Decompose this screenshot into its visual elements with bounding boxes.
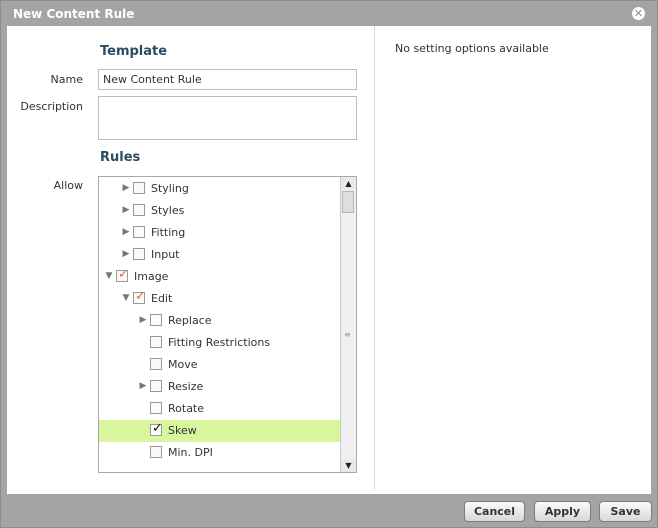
tree-item[interactable]: Move: [99, 354, 342, 376]
collapse-arrow-icon[interactable]: ▼: [121, 293, 131, 303]
expand-arrow-icon[interactable]: ▶: [138, 381, 148, 391]
expand-arrow-icon[interactable]: ▶: [121, 227, 131, 237]
tree-item[interactable]: Fitting Restrictions: [99, 332, 342, 354]
expand-arrow-icon[interactable]: ▶: [121, 249, 131, 259]
close-icon[interactable]: ✕: [632, 7, 645, 20]
save-button[interactable]: Save: [599, 501, 652, 522]
tree-item-checkbox[interactable]: [150, 314, 162, 326]
tree-item-label: Fitting: [151, 226, 186, 239]
tree-item-label: Edit: [151, 292, 173, 305]
tree-item-label: Rotate: [168, 402, 205, 415]
expand-arrow-icon[interactable]: ▶: [138, 315, 148, 325]
new-content-rule-dialog: New Content Rule ✕ Template Name Descrip…: [0, 0, 658, 528]
tree-item-label: Min. DPI: [168, 446, 213, 459]
tree-item-checkbox[interactable]: [150, 358, 162, 370]
apply-button[interactable]: Apply: [534, 501, 591, 522]
dialog-title: New Content Rule: [13, 7, 135, 21]
template-heading: Template: [100, 44, 168, 59]
tree-item-label: Resize: [168, 380, 204, 393]
tree-item-checkbox[interactable]: ✓: [116, 267, 129, 282]
no-settings-message: No setting options available: [395, 42, 549, 55]
allow-label: Allow: [53, 179, 83, 192]
tree-item[interactable]: Rotate: [99, 398, 342, 420]
collapse-arrow-icon[interactable]: ▼: [104, 271, 114, 281]
tree-item[interactable]: ▶ Styling: [99, 178, 342, 200]
check-mark-icon: ✓: [152, 421, 163, 436]
rules-heading: Rules: [100, 150, 141, 165]
panel-divider: [374, 26, 375, 490]
tree-item[interactable]: ▶ Replace: [99, 310, 342, 332]
scroll-thumb[interactable]: [342, 191, 354, 213]
tree-item-checkbox[interactable]: [133, 182, 145, 194]
scroll-up-button[interactable]: ▲: [341, 177, 356, 190]
expand-arrow-icon[interactable]: ▶: [121, 183, 131, 193]
expand-arrow-icon[interactable]: ▶: [121, 205, 131, 215]
tree-item[interactable]: ▼ ✓ Edit: [99, 288, 342, 310]
tree-item-checkbox[interactable]: [150, 402, 162, 414]
tree-item-label: Replace: [168, 314, 212, 327]
name-input[interactable]: [98, 69, 357, 90]
dialog-content: Template Name Description Rules Allow ▶ S…: [7, 26, 651, 494]
tree-item[interactable]: Min. DPI: [99, 442, 342, 464]
tree-item-label: Skew: [168, 424, 197, 437]
tree-item-checkbox[interactable]: [133, 226, 145, 238]
rules-tree[interactable]: ▶ Styling ▶ Styles ▶ Fitting ▶ Input ▼ ✓ Image ▼ ✓ Ed…: [98, 176, 357, 473]
tree-item-checkbox[interactable]: [150, 336, 162, 348]
cancel-button[interactable]: Cancel: [464, 501, 525, 522]
check-mark-icon: ✓: [118, 267, 129, 282]
scroll-grip-icon: ≡: [344, 330, 351, 339]
tree-item-label: Input: [151, 248, 180, 261]
name-label: Name: [50, 73, 83, 86]
tree-item-checkbox[interactable]: ✓: [150, 421, 163, 436]
tree-item-label: Styling: [151, 182, 189, 195]
tree-scrollbar[interactable]: ▲ ≡ ▼: [340, 177, 356, 472]
tree-item-checkbox[interactable]: ✓: [133, 289, 146, 304]
tree-item[interactable]: ▶ Fitting: [99, 222, 342, 244]
tree-item-checkbox[interactable]: [133, 204, 145, 216]
tree-item-label: Fitting Restrictions: [168, 336, 271, 349]
dialog-titlebar: New Content Rule ✕: [1, 1, 657, 26]
scroll-down-button[interactable]: ▼: [341, 459, 356, 472]
tree-item-label: Image: [134, 270, 169, 283]
tree-item-label: Move: [168, 358, 198, 371]
description-label: Description: [20, 100, 83, 113]
tree-item-checkbox[interactable]: [150, 446, 162, 458]
tree-item[interactable]: ▶ Styles: [99, 200, 342, 222]
tree-item[interactable]: ✓ Skew: [99, 420, 342, 442]
tree-item-label: Styles: [151, 204, 185, 217]
check-mark-icon: ✓: [135, 289, 146, 304]
tree-item[interactable]: ▼ ✓ Image: [99, 266, 342, 288]
tree-item[interactable]: ▶ Input: [99, 244, 342, 266]
tree-item-checkbox[interactable]: [133, 248, 145, 260]
description-textarea[interactable]: [98, 96, 357, 140]
tree-item[interactable]: ▶ Resize: [99, 376, 342, 398]
tree-item-checkbox[interactable]: [150, 380, 162, 392]
